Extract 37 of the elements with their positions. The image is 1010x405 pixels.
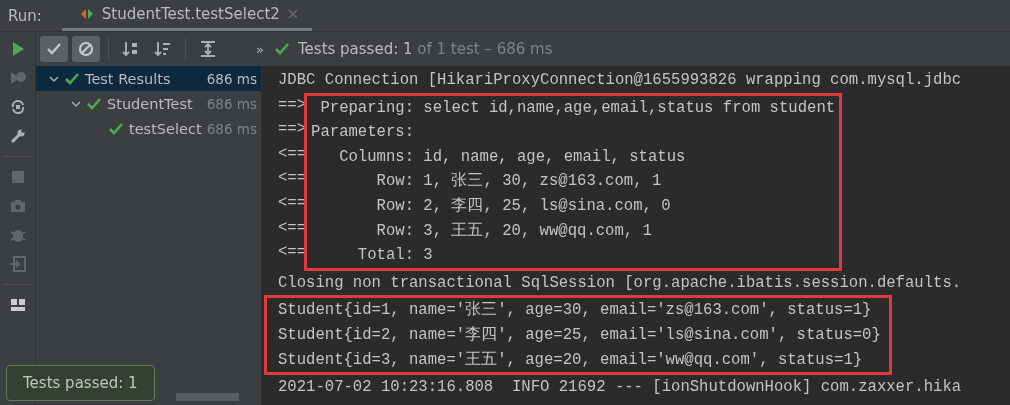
console-line: Student{id=2, name='李四', age=25, email='ls@sina.com', status=0} (278, 324, 881, 346)
wrench-icon[interactable] (8, 127, 27, 145)
run-label: Run: (7, 6, 43, 25)
layout-icon[interactable] (8, 296, 27, 314)
console-prefix: <== (278, 192, 307, 214)
tree-item[interactable]: StudentTest 686 ms (36, 91, 261, 116)
console-line: Total: 3 (356, 245, 434, 267)
more-button[interactable]: » (252, 41, 268, 57)
test-class-icon[interactable] (79, 7, 94, 21)
console-line: Parameters: (311, 122, 415, 144)
notification-popup: Tests passed: 1 (6, 365, 155, 401)
console-line: JDBC Connection [HikariProxyConnection@1655993826 wrapping com.mysql.jdbc (278, 70, 963, 91)
scrollbar[interactable] (176, 393, 239, 401)
test-status: Tests passed: 1 of 1 test – 686 ms (297, 40, 553, 58)
console-line: Preparing: select id,name,age,email,status from student (319, 97, 836, 119)
check-icon[interactable] (273, 41, 290, 57)
sort-icon (153, 39, 173, 59)
prohibited-icon (76, 39, 96, 59)
ignored-filter-button[interactable] (72, 36, 100, 62)
tree-item[interactable]: Test Results 686 ms (36, 66, 261, 91)
console-prefix: <== (278, 242, 307, 264)
passed-filter-button[interactable] (40, 36, 68, 62)
console-line: Row: 3, 王五, 20, ww@qq.com, 1 (375, 220, 653, 242)
console-line: Student{id=3, name='王五', age=20, email='ww@qq.com', status=1} (278, 349, 864, 371)
console-prefix: <== (278, 168, 307, 190)
expand-icon (198, 39, 218, 59)
console-line: Row: 2, 李四, 25, ls@sina.com, 0 (375, 195, 672, 217)
console-line: 2021-07-02 10:23:16.808 INFO 21692 --- [ionShutdownHook] com.zaxxer.hika (278, 377, 963, 399)
console-line: Row: 1, 张三, 30, zs@163.com, 1 (375, 171, 663, 193)
close-icon[interactable] (287, 9, 298, 19)
run-tab[interactable]: StudentTest.testSelect2 (61, 0, 312, 31)
console-line: Columns: id, name, age, email, status (338, 146, 687, 168)
console-prefix: <== (278, 217, 307, 239)
tree-item[interactable]: testSelect 686 ms (36, 116, 261, 141)
console-line: Student{id=1, name='张三', age=30, email='zs@163.com', status=1} (278, 300, 873, 322)
console-prefix: <== (278, 143, 307, 165)
console-line: Closing non transactional SqlSession [org.apache.ibatis.session.defaults. (278, 272, 963, 294)
